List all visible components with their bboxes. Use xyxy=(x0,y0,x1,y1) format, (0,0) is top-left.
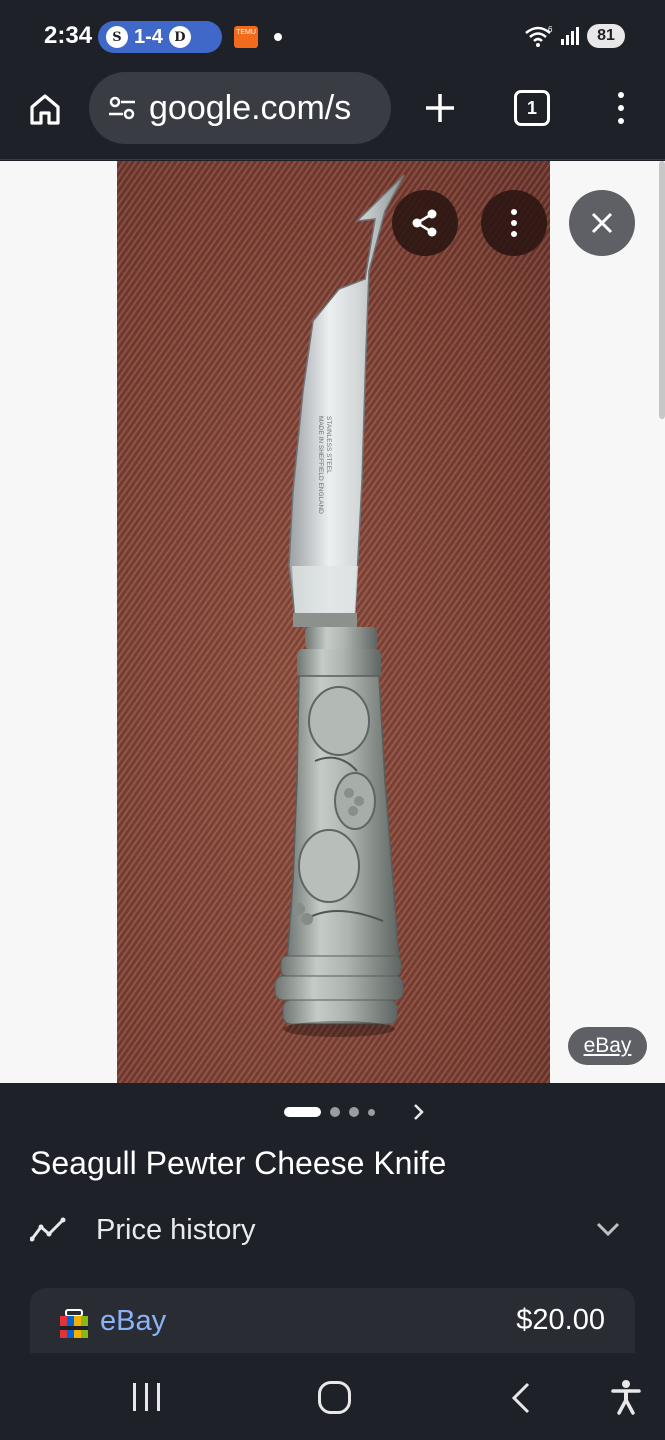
more-options-button[interactable] xyxy=(481,190,547,256)
svg-text:MADE IN SHEFFIELD ENGLAND: MADE IN SHEFFIELD ENGLAND xyxy=(317,416,324,514)
store-name: eBay xyxy=(100,1305,167,1337)
scrollbar[interactable] xyxy=(659,161,665,419)
browser-toolbar: google.com/s 1 xyxy=(0,72,665,160)
price-history-label: Price history xyxy=(96,1214,256,1246)
ebay-store-icon xyxy=(60,1309,88,1338)
menu-dot xyxy=(618,118,624,124)
status-time: 2:34 xyxy=(44,22,93,49)
chevron-down-icon xyxy=(596,1222,620,1237)
svg-text:STAINLESS STEEL: STAINLESS STEEL xyxy=(325,416,332,474)
svg-text:6: 6 xyxy=(548,25,553,34)
carousel-dot xyxy=(349,1107,359,1117)
share-button[interactable] xyxy=(392,190,458,256)
team-logo-icon: S xyxy=(106,26,128,48)
image-viewer: STAINLESS STEEL MADE IN SHEFFIELD ENGLAN… xyxy=(0,161,665,1083)
carousel-dot xyxy=(330,1107,340,1117)
next-image-arrow-icon[interactable] xyxy=(410,1102,428,1122)
more-dot xyxy=(511,220,517,226)
plus-icon xyxy=(426,94,454,122)
new-tab-button[interactable] xyxy=(418,86,462,130)
more-notifications-dot xyxy=(274,33,282,41)
share-icon xyxy=(412,209,437,237)
product-image[interactable]: STAINLESS STEEL MADE IN SHEFFIELD ENGLAN… xyxy=(117,161,550,1083)
browser-menu-button[interactable] xyxy=(606,86,636,130)
trend-line-icon xyxy=(30,1217,66,1242)
home-icon xyxy=(30,94,60,125)
accessibility-icon[interactable] xyxy=(611,1379,641,1415)
more-dot xyxy=(511,209,517,215)
url-text: google.com/s xyxy=(149,88,352,127)
store-price: $20.00 xyxy=(516,1304,605,1336)
signal-icon xyxy=(561,27,579,45)
menu-dot xyxy=(618,105,624,111)
image-source-link[interactable]: eBay xyxy=(568,1027,647,1065)
carousel-dot xyxy=(368,1108,375,1116)
team-logo-icon: D xyxy=(168,26,191,48)
temu-notification-icon: TEMU xyxy=(234,26,258,48)
screen: 2:34 S 1-4 D TEMU 6 81 google.com/s 1 ST… xyxy=(0,0,665,1440)
status-bar: 2:34 S 1-4 D TEMU 6 81 xyxy=(0,0,665,72)
carousel-dot-active xyxy=(284,1107,321,1117)
score-text: 1-4 xyxy=(134,25,163,48)
product-title: Seagull Pewter Cheese Knife xyxy=(30,1145,447,1181)
wifi-icon: 6 xyxy=(525,25,553,47)
carousel-indicator xyxy=(284,1106,375,1118)
close-button[interactable] xyxy=(569,190,635,256)
price-history-expander[interactable]: Price history xyxy=(0,1199,665,1265)
home-nav-button[interactable] xyxy=(318,1381,351,1414)
product-details-sheet: Seagull Pewter Cheese Knife Price histor… xyxy=(0,1083,665,1368)
more-dot xyxy=(511,231,517,237)
address-bar[interactable]: google.com/s xyxy=(89,72,391,144)
recents-button[interactable] xyxy=(133,1383,160,1411)
cheese-knife-illustration: STAINLESS STEEL MADE IN SHEFFIELD ENGLAN… xyxy=(274,174,405,1037)
system-nav-bar xyxy=(0,1353,665,1440)
live-score-pill[interactable]: S 1-4 D xyxy=(98,21,222,53)
tab-switcher-button[interactable]: 1 xyxy=(514,90,550,126)
back-icon[interactable] xyxy=(508,1381,534,1415)
menu-dot xyxy=(618,92,624,98)
battery-indicator: 81 xyxy=(587,24,625,48)
site-settings-icon[interactable] xyxy=(107,93,137,123)
home-button[interactable] xyxy=(24,88,66,130)
close-icon xyxy=(591,212,613,234)
